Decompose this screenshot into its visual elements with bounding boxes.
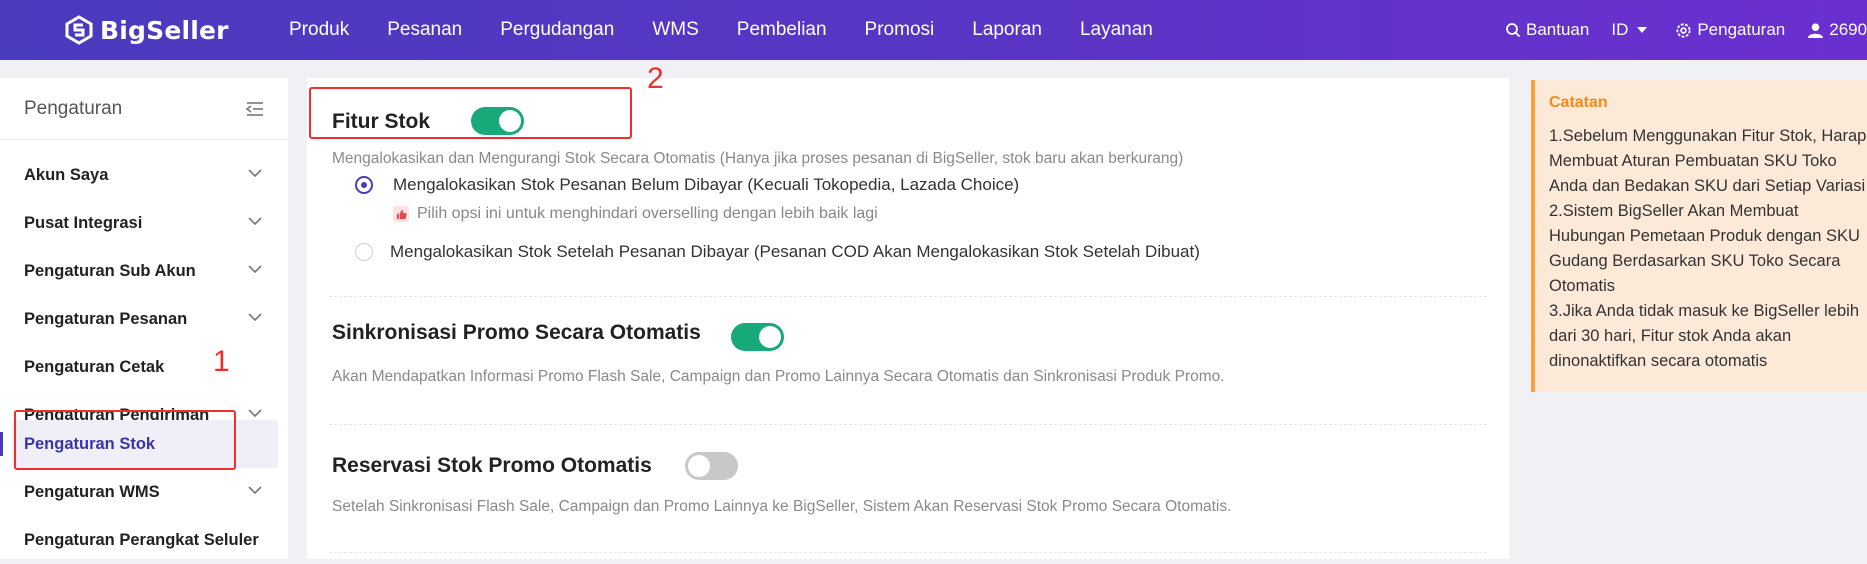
toggle-knob (759, 326, 781, 348)
note-line: 2.Sistem BigSeller Akan Membuat (1549, 202, 1799, 220)
sidebar-item-label: Pengaturan Pesanan (24, 309, 188, 328)
promo-sync-toggle[interactable] (731, 323, 784, 351)
note-line: dinonaktifkan secara otomatis (1549, 352, 1768, 370)
stock-feature-description: Mengalokasikan dan Mengurangi Stok Secar… (332, 150, 1184, 167)
chevron-down-icon (248, 265, 262, 273)
sidebar-item-label: Pengaturan Sub Akun (24, 261, 196, 280)
bigseller-logo[interactable]: BigSeller (64, 14, 229, 46)
sidebar-header: Pengaturan (0, 78, 288, 140)
sidebar-item-label: Pusat Integrasi (24, 213, 143, 232)
chevron-down-icon (248, 409, 262, 417)
thumbs-up-icon (393, 206, 409, 222)
chevron-down-icon (248, 169, 262, 177)
promo-sync-title: Sinkronisasi Promo Secara Otomatis (332, 321, 701, 344)
collapse-sidebar-icon[interactable] (246, 101, 264, 116)
nav-pergudangan[interactable]: Pergudangan (500, 19, 614, 41)
note-line: Otomatis (1549, 277, 1616, 295)
language-selector[interactable]: ID (1611, 20, 1653, 40)
sidebar-item-wms[interactable]: Pengaturan WMS (0, 468, 288, 516)
sidebar-title: Pengaturan (24, 97, 123, 119)
section-divider (329, 296, 1487, 297)
logo-text: BigSeller (100, 15, 229, 45)
nav-pembelian[interactable]: Pembelian (737, 19, 827, 41)
nav-pesanan[interactable]: Pesanan (387, 19, 462, 41)
sidebar-item-pusat-integrasi[interactable]: Pusat Integrasi (0, 199, 288, 247)
promo-reserve-title: Reservasi Stok Promo Otomatis (332, 454, 652, 477)
promo-reserve-toggle[interactable] (685, 452, 738, 480)
section-divider (329, 424, 1487, 425)
option-allocate-paid[interactable]: Mengalokasikan Stok Setelah Pesanan Diba… (355, 242, 1200, 262)
bigseller-logo-icon (65, 15, 93, 45)
radio-selected[interactable] (355, 176, 373, 194)
toggle-knob (499, 110, 521, 132)
top-right-menu: Bantuan ID Pengaturan 2690 (1505, 0, 1867, 60)
note-line: Hubungan Pemetaan Produk dengan SKU (1549, 227, 1860, 245)
nav-wms[interactable]: WMS (652, 19, 698, 41)
nav-produk[interactable]: Produk (289, 19, 349, 41)
stock-feature-toggle[interactable] (471, 107, 524, 135)
stock-feature-title: Fitur Stok (332, 110, 430, 133)
sidebar-item-cetak[interactable]: Pengaturan Cetak (0, 343, 288, 391)
stock-settings-panel: 2 Fitur Stok Mengalokasikan dan Menguran… (307, 62, 1509, 559)
nav-promosi[interactable]: Promosi (865, 19, 935, 41)
top-navbar: BigSeller Produk Pesanan Pergudangan WMS… (0, 0, 1867, 60)
nav-laporan[interactable]: Laporan (972, 19, 1042, 41)
oversell-hint: Pilih opsi ini untuk menghindari oversel… (393, 205, 878, 223)
sidebar-item-sub-akun[interactable]: Pengaturan Sub Akun (0, 247, 288, 295)
annotation-box-1 (14, 410, 236, 470)
sidebar-item-pesanan[interactable]: Pengaturan Pesanan (0, 295, 288, 343)
option-allocate-unpaid[interactable]: Mengalokasikan Stok Pesanan Belum Dibaya… (355, 175, 1019, 195)
sidebar-item-label: Pengaturan WMS (24, 482, 160, 501)
radio-unselected[interactable] (355, 243, 373, 261)
settings-link[interactable]: Pengaturan (1675, 20, 1785, 40)
sidebar-item-label: Pengaturan Cetak (24, 357, 165, 376)
help-label: Bantuan (1526, 20, 1590, 39)
caret-down-icon (1637, 27, 1648, 33)
note-line: Gudang Berdasarkan SKU Toko Secara (1549, 252, 1841, 270)
notes-panel: Catatan 1.Sebelum Menggunakan Fitur Stok… (1531, 80, 1867, 392)
note-line: Anda dan Bedakan SKU dari Setiap Variasi (1549, 177, 1866, 195)
note-line: dari 30 hari, Fitur stok Anda akan (1549, 327, 1792, 345)
chevron-down-icon (248, 313, 262, 321)
option-allocate-unpaid-label: Mengalokasikan Stok Pesanan Belum Dibaya… (393, 175, 1020, 194)
user-menu[interactable]: 2690 (1807, 20, 1867, 40)
chevron-down-icon (248, 217, 262, 225)
gear-icon (1676, 22, 1691, 38)
notes-title: Catatan (1549, 94, 1608, 111)
annotation-number-2: 2 (647, 62, 664, 95)
annotation-number-1: 1 (213, 345, 230, 378)
search-icon (1506, 23, 1521, 38)
sidebar-item-akun-saya[interactable]: Akun Saya (0, 151, 288, 199)
user-id: 2690 (1829, 20, 1867, 39)
language-label: ID (1611, 20, 1629, 39)
note-line: 1.Sebelum Menggunakan Fitur Stok, Harap (1549, 127, 1867, 145)
oversell-hint-text: Pilih opsi ini untuk menghindari oversel… (417, 205, 878, 222)
help-link[interactable]: Bantuan (1505, 20, 1589, 40)
sidebar-item-label: Pengaturan Perangkat Seluler (24, 530, 259, 549)
user-icon (1808, 22, 1824, 38)
sidebar-item-label: Akun Saya (24, 165, 109, 184)
sidebar-item-perangkat-seluler[interactable]: Pengaturan Perangkat Seluler (0, 516, 288, 564)
toggle-knob (688, 455, 710, 477)
settings-sidebar: Pengaturan Akun Saya Pusat Integrasi Pen… (0, 78, 288, 559)
nav-layanan[interactable]: Layanan (1080, 19, 1153, 41)
promo-sync-description: Akan Mendapatkan Informasi Promo Flash S… (332, 368, 1225, 385)
section-divider (329, 552, 1487, 553)
option-allocate-paid-label: Mengalokasikan Stok Setelah Pesanan Diba… (390, 242, 1200, 261)
chevron-down-icon (248, 486, 262, 494)
settings-label: Pengaturan (1697, 20, 1786, 39)
note-line: 3.Jika Anda tidak masuk ke BigSeller leb… (1549, 302, 1860, 320)
promo-reserve-description: Setelah Sinkronisasi Flash Sale, Campaig… (332, 498, 1232, 515)
note-line: Membuat Aturan Pembuatan SKU Toko (1549, 152, 1837, 170)
main-nav: Produk Pesanan Pergudangan WMS Pembelian… (289, 0, 1191, 60)
